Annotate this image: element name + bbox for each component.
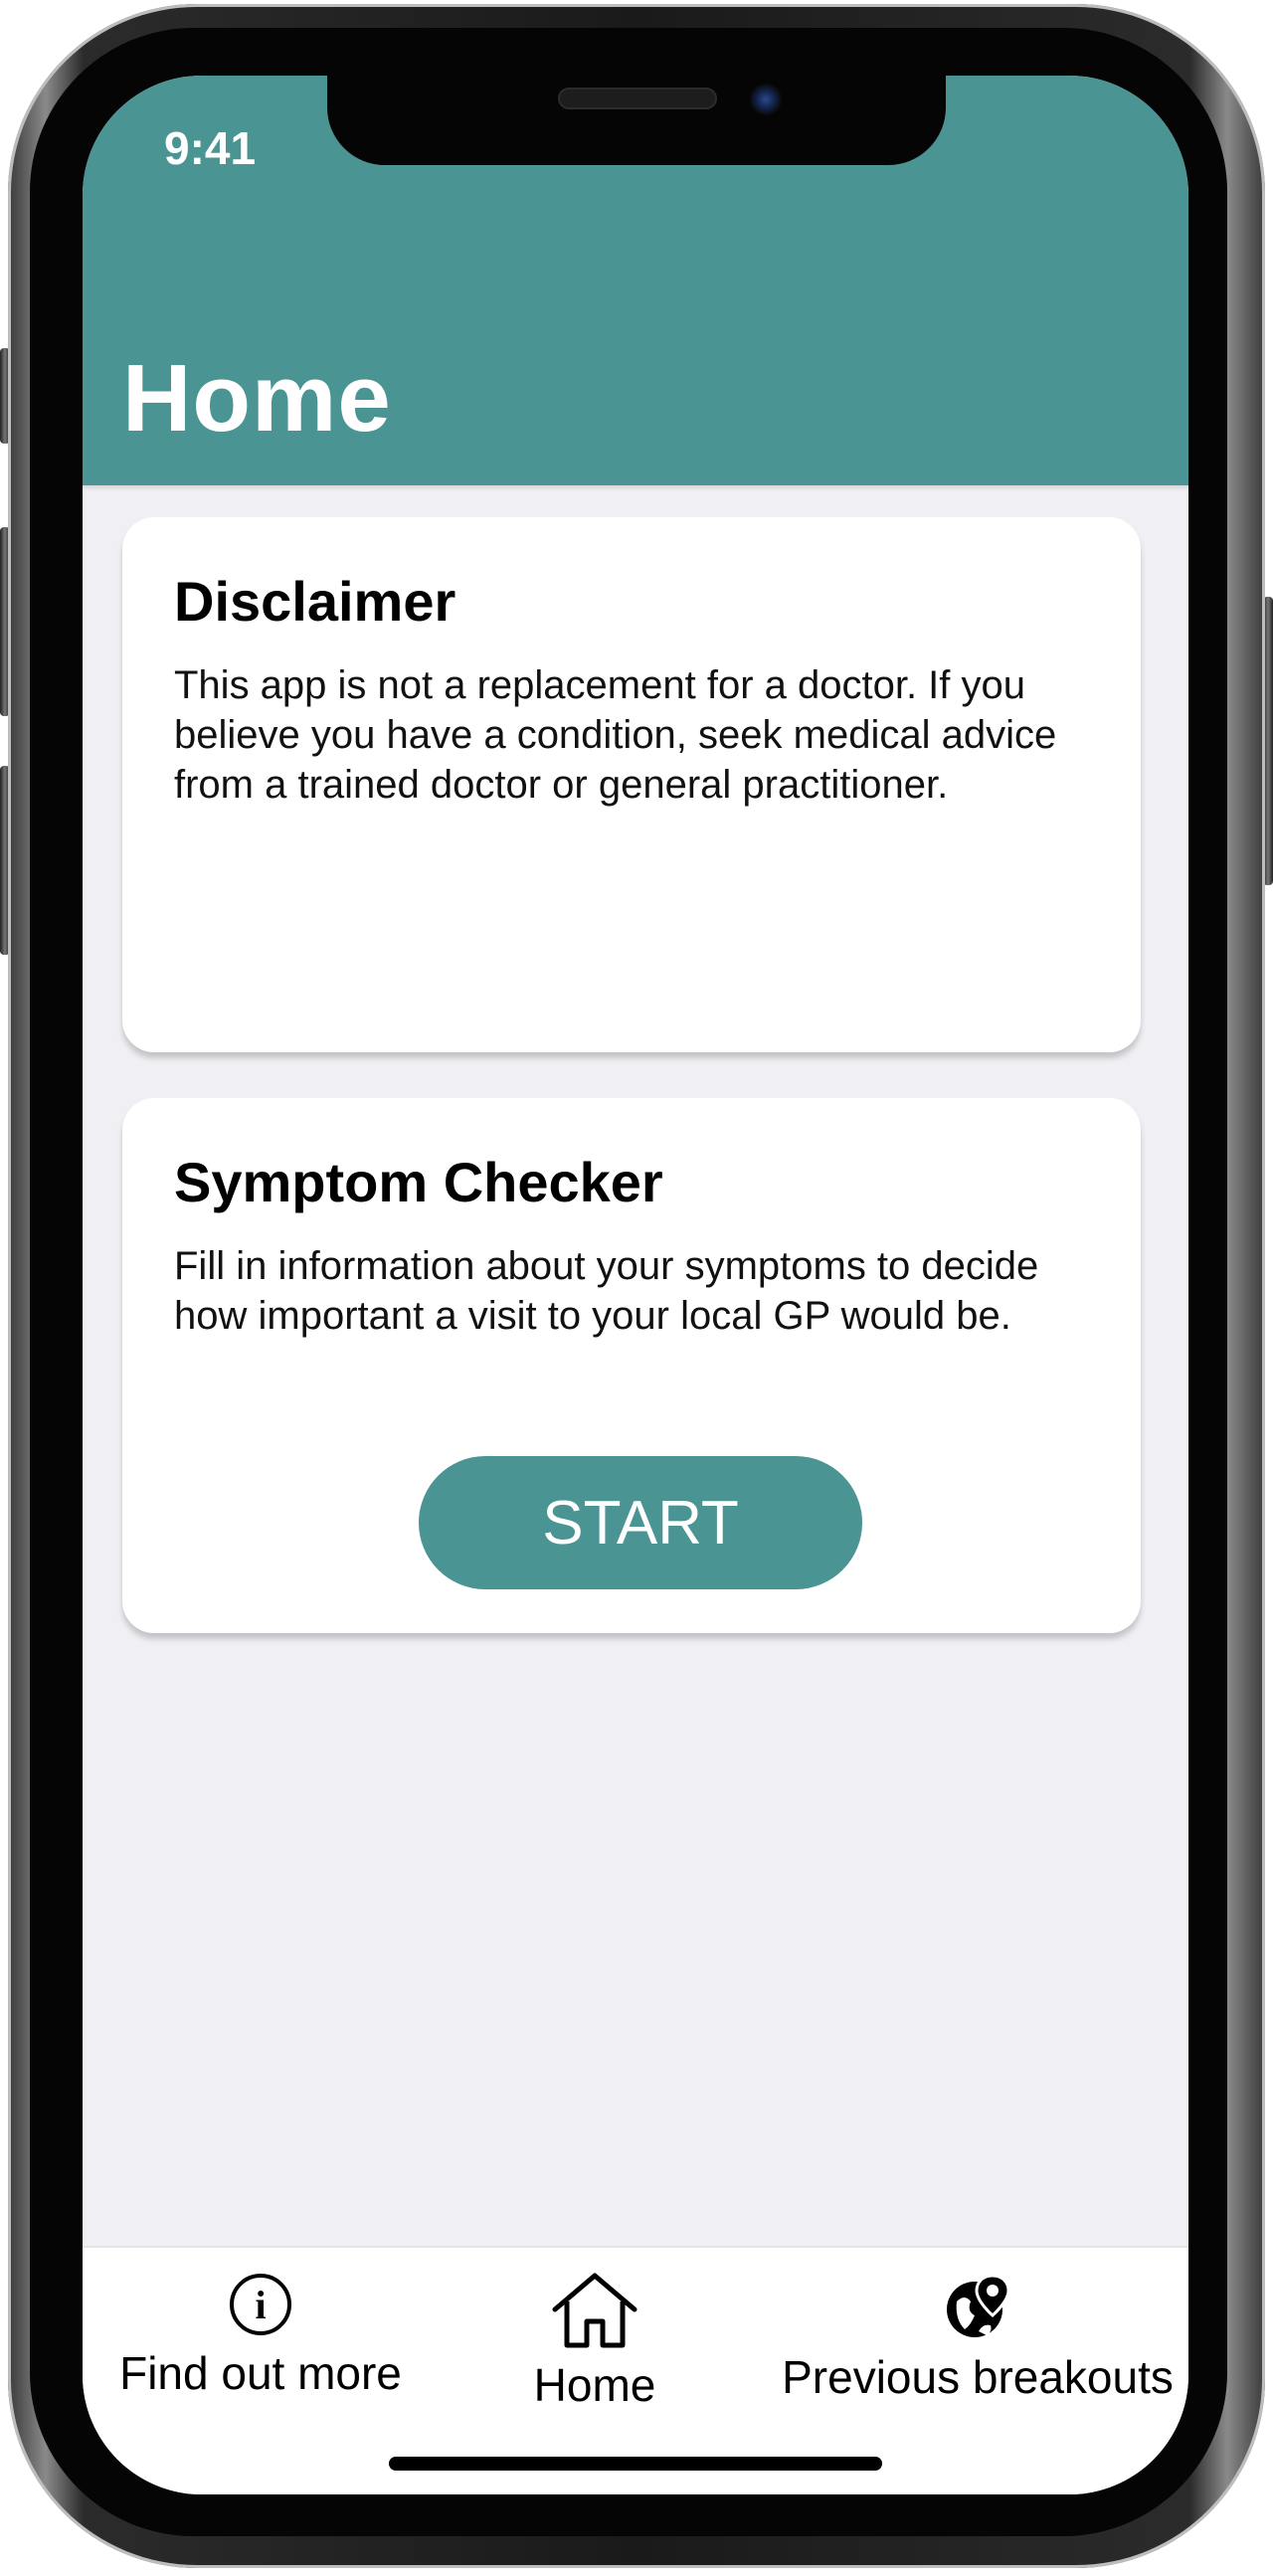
tab-previous-breakouts-label: Previous breakouts: [782, 2351, 1174, 2403]
tab-home-label: Home: [533, 2359, 656, 2411]
home-icon: [549, 2272, 640, 2354]
header-divider: [83, 485, 1188, 491]
disclaimer-text: This app is not a replacement for a doct…: [174, 663, 1057, 807]
symptom-checker-title: Symptom Checker: [174, 1151, 663, 1213]
disclaimer-title: Disclaimer: [174, 570, 456, 633]
symptom-checker-text: Fill in information about your symptoms …: [174, 1244, 1039, 1338]
front-camera: [750, 84, 782, 115]
info-icon: i: [228, 2272, 293, 2342]
disclaimer-card: Disclaimer This app is not a replacement…: [122, 517, 1141, 1052]
start-button[interactable]: START: [419, 1456, 862, 1589]
speaker-grille: [558, 88, 717, 109]
tab-find-out-more-label: Find out more: [119, 2347, 402, 2399]
app-screen: 9:41 Home Disclaimer This app is not a r…: [83, 76, 1188, 2494]
status-time: 9:41: [164, 122, 257, 174]
page-title: Home: [122, 345, 392, 452]
symptom-checker-card: Symptom Checker Fill in information abou…: [122, 1098, 1141, 1633]
device-mockup: 9:41 Home Disclaimer This app is not a r…: [0, 0, 1273, 2576]
tab-home[interactable]: Home: [520, 2272, 669, 2412]
globe-pin-icon: [943, 2272, 1012, 2346]
svg-text:i: i: [255, 2283, 266, 2327]
home-indicator: [389, 2457, 882, 2471]
tab-find-out-more[interactable]: i Find out more: [116, 2272, 405, 2400]
notch: [327, 76, 946, 165]
tab-previous-breakouts[interactable]: Previous breakouts: [779, 2272, 1177, 2404]
